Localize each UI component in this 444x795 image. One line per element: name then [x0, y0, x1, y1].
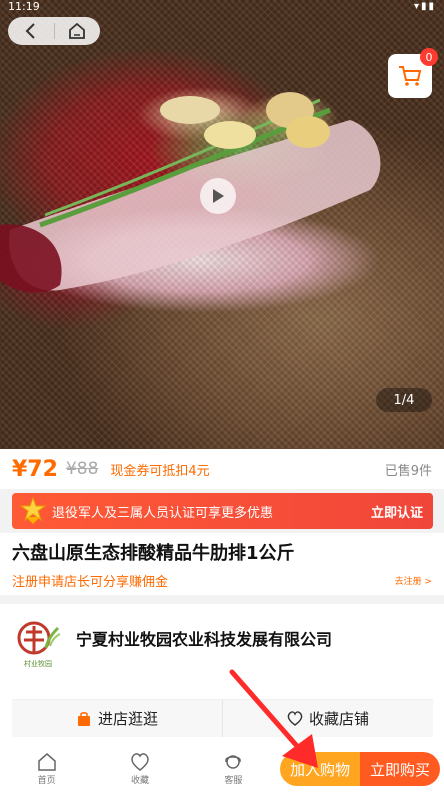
cta-group: 加入购物 立即购买 — [280, 752, 440, 786]
back-arrow-icon — [25, 23, 35, 39]
tab-service[interactable]: 客服 — [187, 743, 280, 795]
cart-button[interactable]: 0 — [388, 48, 438, 98]
store-name[interactable]: 宁夏村业牧园农业科技发展有限公司 — [76, 626, 332, 650]
visit-store-button[interactable]: 进店逛逛 — [12, 700, 222, 737]
play-icon — [213, 189, 224, 203]
medal-icon — [20, 497, 46, 524]
service-icon — [225, 754, 242, 769]
home-button[interactable] — [55, 17, 101, 45]
favorite-store-button[interactable]: 收藏店铺 — [222, 700, 433, 737]
product-title-block: 六盘山原生态排酸精品牛肋排1公斤 注册申请店长可分享赚佣金 去注册 > — [0, 533, 444, 595]
coupon-note: 现金券可抵扣4元 — [110, 463, 210, 479]
nav-pill — [8, 17, 100, 45]
play-video-button[interactable] — [200, 178, 236, 214]
home-icon — [37, 752, 56, 771]
heart-icon — [287, 711, 303, 726]
promo-text: 退役军人及三属人员认证可享更多优惠 — [52, 505, 274, 521]
register-link[interactable]: 去注册 > — [395, 574, 432, 587]
store-actions: 进店逛逛 收藏店铺 — [12, 699, 433, 737]
store-logo-text: 村业牧园 — [24, 659, 52, 668]
tab-home[interactable]: 首页 — [0, 743, 93, 795]
tab-service-label: 客服 — [224, 775, 243, 786]
veteran-promo-banner[interactable]: 退役军人及三属人员认证可享更多优惠 立即认证 — [12, 493, 433, 529]
current-price: ¥72 — [12, 456, 58, 482]
cart-count-badge: 0 — [420, 48, 438, 66]
price-row: ¥72 ¥88 现金券可抵扣4元 已售9件 — [0, 449, 444, 489]
product-image-overlay — [0, 92, 381, 293]
image-page-indicator: 1/4 — [376, 388, 432, 412]
home-icon — [69, 23, 86, 39]
heart-icon — [131, 752, 149, 771]
store-logo[interactable]: 村业牧园 — [12, 618, 64, 670]
visit-store-label: 进店逛逛 — [97, 710, 158, 728]
product-media-carousel[interactable]: 11:19 ▾▮▮ 0 1/4 — [0, 0, 444, 449]
original-price: ¥88 — [65, 459, 99, 479]
shopping-bag-icon — [76, 711, 92, 727]
product-title: 六盘山原生态排酸精品牛肋排1公斤 — [12, 543, 295, 564]
back-button[interactable] — [8, 17, 54, 45]
buy-now-button[interactable]: 立即购买 — [360, 752, 440, 786]
tab-favorite-label: 收藏 — [130, 775, 149, 786]
cart-icon — [399, 66, 422, 86]
status-icons: ▾▮▮ — [413, 1, 436, 12]
store-card: 村业牧园 宁夏村业牧园农业科技发展有限公司 进店逛逛 收藏店铺 — [0, 604, 444, 744]
store-logo-image: 村业牧园 — [17, 621, 61, 668]
add-to-cart-button[interactable]: 加入购物 — [280, 752, 360, 786]
register-note: 注册申请店长可分享赚佣金 — [12, 575, 169, 590]
favorite-store-label: 收藏店铺 — [308, 710, 369, 728]
tab-favorite[interactable]: 收藏 — [93, 743, 186, 795]
register-row: 注册申请店长可分享赚佣金 去注册 > — [12, 571, 432, 590]
verify-now-button[interactable]: 立即认证 — [371, 502, 423, 521]
status-time: 11:19 — [8, 0, 40, 13]
sold-count: 已售9件 — [384, 463, 432, 479]
tab-home-label: 首页 — [37, 775, 56, 786]
bottom-action-bar: 首页 收藏 客服 加入购物 立即购买 — [0, 743, 444, 795]
